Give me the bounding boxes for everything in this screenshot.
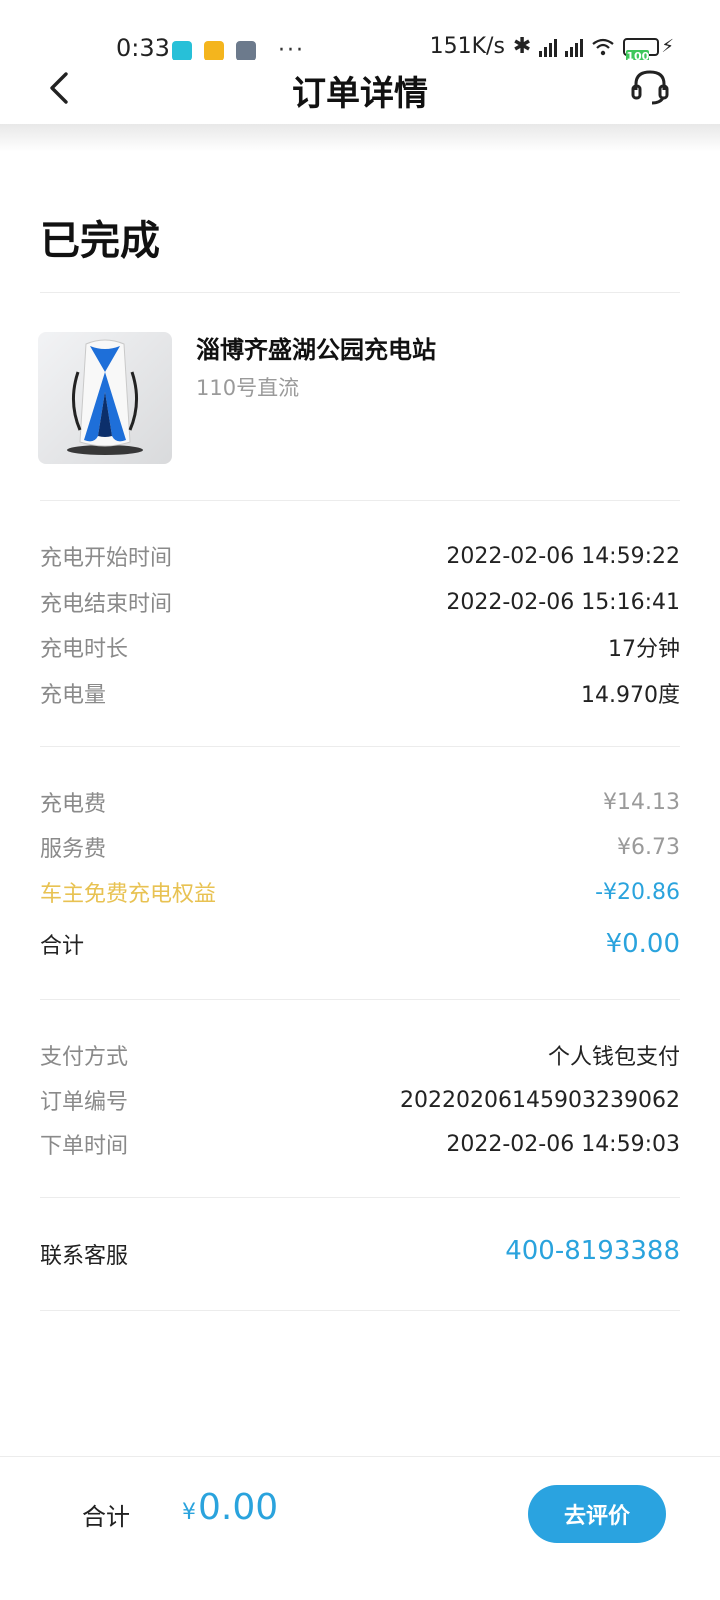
review-button[interactable]: 去评价 (528, 1485, 666, 1543)
row-value: ¥0.00 (605, 929, 680, 959)
bottom-total-label: 合计 (82, 1503, 130, 1531)
page-title: 订单详情 (292, 74, 428, 114)
row-value[interactable]: 20220206145903239062 (400, 1088, 680, 1113)
message-app-icon (204, 40, 224, 61)
page-header: 订单详情 (0, 60, 720, 124)
fee-row-total: 合计 ¥0.00 (40, 926, 680, 962)
network-speed: 151K/s (429, 34, 505, 59)
info-row-order-time: 下单时间 2022-02-06 14:59:03 (40, 1126, 680, 1162)
wifi-icon (592, 38, 615, 55)
status-time: 0:33 (116, 34, 170, 62)
row-label: 服务费 (40, 837, 107, 862)
row-label: 充电开始时间 (40, 546, 173, 571)
fee-row-service: 服务费 ¥6.73 (40, 829, 680, 865)
info-row-duration: 充电时长 17分钟 (40, 629, 680, 665)
row-value: 2022-02-06 14:59:22 (446, 543, 680, 569)
currency-symbol: ¥ (182, 1500, 196, 1525)
row-label: 充电结束时间 (40, 592, 173, 617)
row-value: -¥20.86 (595, 879, 680, 905)
contact-label: 联系客服 (40, 1244, 129, 1269)
row-value: 17分钟 (608, 637, 680, 662)
row-label: 订单编号 (40, 1090, 129, 1115)
row-value: 2022-02-06 14:59:03 (446, 1131, 680, 1157)
info-row-start-time: 充电开始时间 2022-02-06 14:59:22 (40, 538, 680, 574)
charging-bolt-icon: ⚡ (661, 36, 674, 57)
station-name: 淄博齐盛湖公园充电站 (196, 336, 436, 364)
charger-number: 110号直流 (196, 376, 300, 400)
row-label: 下单时间 (40, 1134, 129, 1159)
amount-value: 0.00 (198, 1487, 279, 1528)
info-row-payment-method: 支付方式 个人钱包支付 (40, 1037, 680, 1073)
divider (40, 500, 680, 501)
signal-icon-2 (565, 37, 584, 57)
row-value: 个人钱包支付 (547, 1045, 680, 1070)
info-app-icon (236, 40, 256, 61)
divider (40, 746, 680, 747)
row-value: 14.970度 (581, 683, 680, 708)
bottom-bar: 合计 ¥ 0.00 去评价 (0, 1456, 720, 1600)
row-value: ¥6.73 (617, 834, 680, 860)
row-label: 充电时长 (40, 637, 129, 662)
headset-icon[interactable] (630, 66, 670, 106)
order-status: 已完成 (40, 218, 160, 264)
info-row-order-number: 订单编号 20220206145903239062 (40, 1082, 680, 1118)
divider (40, 1197, 680, 1198)
fee-row-charge: 充电费 ¥14.13 (40, 784, 680, 820)
divider (40, 999, 680, 1000)
row-value: 2022-02-06 15:16:41 (446, 589, 680, 615)
shield-app-icon (172, 40, 192, 61)
charger-illustration (67, 339, 143, 455)
info-row-energy: 充电量 14.970度 (40, 675, 680, 711)
header-shadow (0, 124, 720, 152)
divider (40, 292, 680, 293)
row-label: 充电量 (40, 683, 107, 708)
row-label: 合计 (40, 934, 85, 959)
row-label: 支付方式 (40, 1045, 129, 1070)
bottom-total-amount: ¥ 0.00 (182, 1487, 278, 1528)
support-phone-link[interactable]: 400-8193388 (505, 1236, 680, 1266)
divider (40, 1310, 680, 1311)
battery-icon: 100 ⚡ (623, 36, 674, 63)
bluetooth-icon: ✱ (512, 34, 532, 59)
system-status: 151K/s ✱ 100 ⚡ (429, 34, 674, 63)
info-row-end-time: 充电结束时间 2022-02-06 15:16:41 (40, 584, 680, 620)
signal-icon (539, 37, 558, 57)
row-label: 充电费 (40, 792, 107, 817)
fee-row-benefit: 车主免费充电权益 -¥20.86 (40, 874, 680, 910)
row-value: ¥14.13 (603, 789, 680, 815)
row-label: 车主免费充电权益 (40, 882, 217, 907)
charger-image (38, 332, 172, 464)
